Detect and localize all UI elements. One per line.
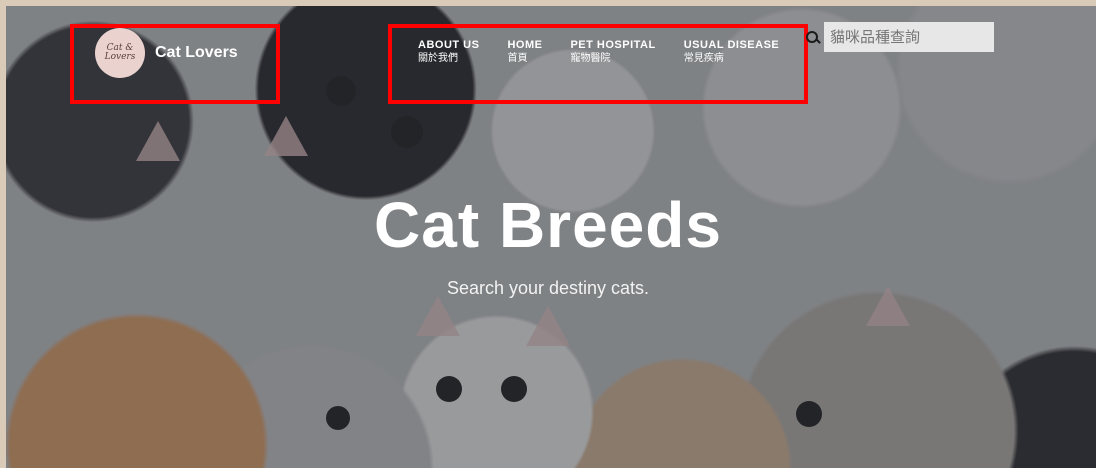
- nav-item-sublabel: 常見疾病: [683, 53, 724, 65]
- search-bar: [806, 22, 994, 52]
- nav-item-sublabel: 關於我們: [418, 53, 458, 65]
- nav-item-label: USUAL DISEASE: [683, 39, 780, 51]
- nav-item-about-us[interactable]: ABOUT US 關於我們: [418, 38, 479, 65]
- nav-item-sublabel: 寵物醫院: [570, 53, 611, 65]
- nav-item-label: HOME: [507, 39, 543, 51]
- main-nav: ABOUT US 關於我們 HOME 首頁 PET HOSPITAL 寵物醫院 …: [418, 38, 779, 65]
- logo: Cat & Lovers: [95, 28, 145, 78]
- nav-item-home[interactable]: HOME 首頁: [507, 38, 542, 65]
- nav-item-label: ABOUT US: [418, 39, 480, 51]
- nav-item-usual-disease[interactable]: USUAL DISEASE 常見疾病: [684, 38, 780, 65]
- hero-subtitle: Search your destiny cats.: [446, 278, 650, 298]
- nav-item-pet-hospital[interactable]: PET HOSPITAL 寵物醫院: [570, 38, 655, 65]
- search-input[interactable]: [824, 22, 994, 52]
- brand-name: Cat Lovers: [155, 44, 238, 61]
- search-icon[interactable]: [806, 31, 818, 43]
- brand-link[interactable]: Cat & Lovers Cat Lovers: [95, 28, 238, 78]
- hero-title: Cat Breeds: [374, 189, 722, 261]
- nav-item-label: PET HOSPITAL: [570, 39, 656, 51]
- nav-item-sublabel: 首頁: [507, 53, 528, 65]
